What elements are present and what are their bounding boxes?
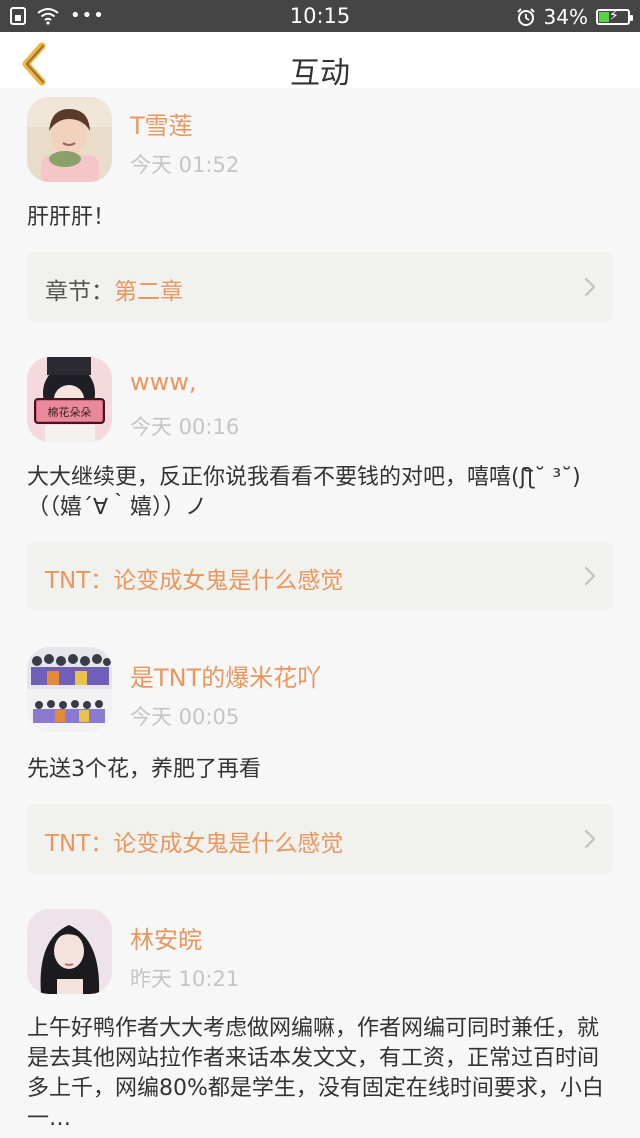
comment-time: 昨天 10:21 [130,967,240,991]
page-title: 互动 [290,56,350,91]
status-right-icons: 34% ⚡ [516,5,633,29]
book-link-value: TNT：论变成女鬼是什么感觉 [45,831,344,857]
comment-text: 大大继续更，反正你说我看看不要钱的对吧，嘻嘻(ʃƪ˘ ³˘)（（嬉´∀｀嬉））ノ [27,465,581,520]
avatar[interactable] [27,909,112,994]
alarm-icon [516,8,535,26]
comment-time: 今天 01:52 [130,153,240,177]
comment-time: 今天 00:05 [130,705,240,729]
avatar[interactable] [27,647,112,732]
chapter-link-prefix: 章节： [45,279,114,305]
book-link[interactable]: TNT：论变成女鬼是什么感觉 [27,541,613,611]
username[interactable]: 是TNT的爆米花吖 [130,658,321,693]
header: 互动 [0,32,640,91]
status-bar: ••• 10:15 34% ⚡ [0,0,640,32]
chapter-link-value: 第二章 [114,279,183,305]
battery-percent: 34% [543,5,588,29]
avatar-sign-text: 棉花朵朵 [48,405,92,419]
chevron-right-icon [584,566,596,586]
avatar[interactable]: 棉花朵朵 [27,357,112,442]
avatar[interactable] [27,97,112,182]
chevron-right-icon [584,829,596,849]
comment-text: 肝肝肝！ [27,205,116,230]
username[interactable]: 林安皖 [130,920,202,955]
chapter-link[interactable]: 章节：第二章 [27,252,613,322]
username[interactable]: www, [130,368,197,396]
comment-text: 上午好鸭作者大大考虑做网编嘛，作者网编可同时兼任，就是去其他网站拉作者来话本发文… [27,1016,604,1131]
book-link[interactable]: TNT：论变成女鬼是什么感觉 [27,804,613,874]
book-link-value: TNT：论变成女鬼是什么感觉 [45,568,344,594]
comment-time: 今天 00:16 [130,415,240,439]
chevron-right-icon [584,277,596,297]
battery-charging-icon: ⚡ [596,8,633,25]
comment-text: 先送3个花，养肥了再看 [27,757,261,782]
username[interactable]: T雪莲 [130,106,193,141]
